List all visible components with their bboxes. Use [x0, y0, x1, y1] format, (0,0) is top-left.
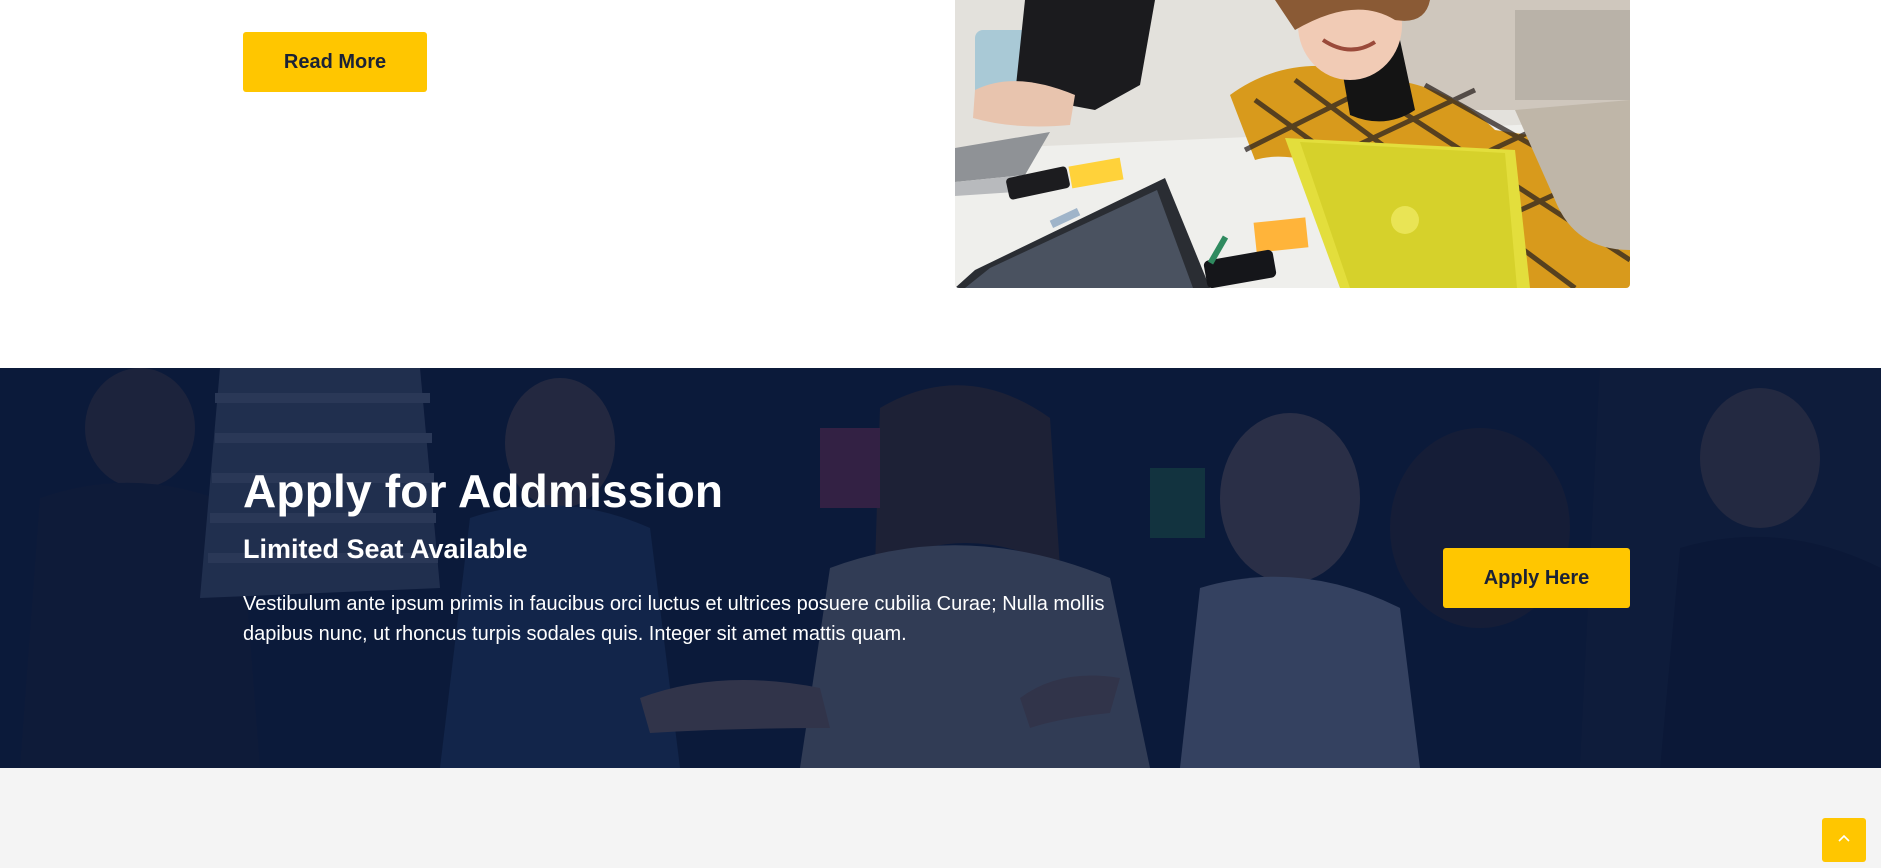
- students-laptop-photo: [955, 0, 1630, 288]
- scroll-to-top-button[interactable]: [1822, 818, 1866, 862]
- next-section: [0, 768, 1881, 868]
- read-more-button[interactable]: Read More: [243, 32, 427, 92]
- chevron-up-icon: [1836, 830, 1852, 851]
- admission-banner: Apply for Addmission Limited Seat Availa…: [0, 368, 1881, 768]
- apply-here-button[interactable]: Apply Here: [1443, 548, 1630, 608]
- admission-title: Apply for Addmission: [243, 465, 724, 517]
- about-section: Read More: [0, 0, 1881, 368]
- admission-description: Vestibulum ante ipsum primis in faucibus…: [243, 593, 1105, 645]
- admission-subtitle: Limited Seat Available: [243, 534, 528, 564]
